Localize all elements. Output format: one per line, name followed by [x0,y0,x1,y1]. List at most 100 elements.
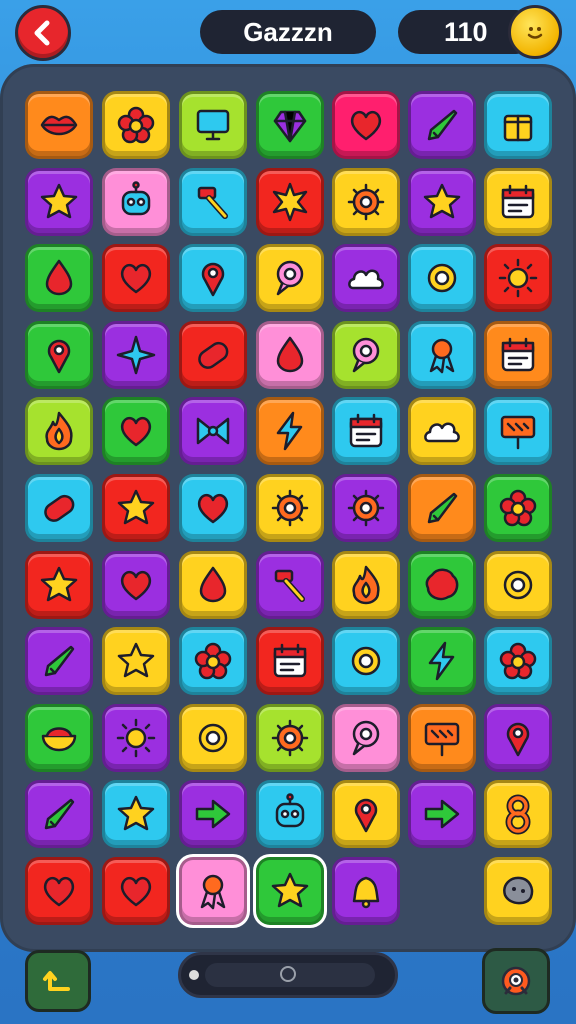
bowl-icon [37,716,81,760]
tile[interactable] [408,244,476,312]
tile[interactable] [102,551,170,619]
tile[interactable] [179,627,247,695]
flame-icon [344,563,388,607]
tile[interactable] [256,168,324,236]
calendar-icon [496,180,540,224]
tile[interactable] [332,704,400,772]
tile[interactable] [256,397,324,465]
flower-icon [191,639,235,683]
tile[interactable] [25,780,93,848]
tile[interactable] [332,627,400,695]
tile[interactable] [408,91,476,159]
tile[interactable] [102,91,170,159]
tile[interactable] [179,397,247,465]
tile[interactable] [256,704,324,772]
tile[interactable] [332,474,400,542]
tile[interactable] [408,627,476,695]
tile[interactable] [25,551,93,619]
tile[interactable] [179,704,247,772]
tile[interactable] [102,857,170,925]
tile[interactable] [484,857,552,925]
tile[interactable] [484,321,552,389]
tile[interactable] [256,91,324,159]
tile[interactable] [102,321,170,389]
tile[interactable] [408,397,476,465]
tile[interactable] [25,168,93,236]
tile[interactable] [484,474,552,542]
tile[interactable] [179,321,247,389]
tile[interactable] [256,857,324,925]
tile[interactable] [179,857,247,925]
tile[interactable] [25,321,93,389]
tile[interactable] [484,91,552,159]
tile[interactable] [25,627,93,695]
tile[interactable] [332,168,400,236]
box-icon [496,103,540,147]
tile[interactable] [408,168,476,236]
tile[interactable] [408,704,476,772]
tile[interactable] [179,244,247,312]
mascot-icon [501,966,531,996]
chevron-left-icon [34,20,50,46]
tile[interactable] [484,627,552,695]
tile[interactable] [408,551,476,619]
tile[interactable] [332,857,400,925]
tile[interactable] [102,168,170,236]
arrow-right-icon [191,792,235,836]
burst-icon [268,180,312,224]
tile[interactable] [179,474,247,542]
tile[interactable] [256,321,324,389]
tile[interactable] [25,704,93,772]
tile[interactable] [484,551,552,619]
tile[interactable] [25,474,93,542]
tile[interactable] [179,780,247,848]
tile[interactable] [25,857,93,925]
tile[interactable] [408,780,476,848]
star-icon [114,792,158,836]
tile[interactable] [332,91,400,159]
tile[interactable] [332,397,400,465]
tile[interactable] [256,551,324,619]
tile[interactable] [102,780,170,848]
tile[interactable] [256,780,324,848]
tile[interactable] [179,168,247,236]
heart-icon [191,486,235,530]
arrow-right-icon [420,792,464,836]
tile[interactable] [408,474,476,542]
tile[interactable] [102,244,170,312]
tile[interactable] [25,244,93,312]
tile[interactable] [332,321,400,389]
tile[interactable] [179,551,247,619]
ribbon-icon [420,333,464,377]
star-icon [37,563,81,607]
back-button[interactable] [15,5,71,61]
top-bar: Gazzzn 110 [0,0,576,64]
tile[interactable] [179,91,247,159]
tile[interactable] [332,780,400,848]
tile[interactable] [332,244,400,312]
tile[interactable] [484,244,552,312]
tile[interactable] [484,168,552,236]
tile[interactable] [408,321,476,389]
tile[interactable] [484,704,552,772]
tile[interactable] [484,780,552,848]
tile[interactable] [102,474,170,542]
tile[interactable] [25,91,93,159]
pin-icon [344,792,388,836]
tile[interactable] [102,704,170,772]
blob-icon [420,563,464,607]
tile[interactable] [256,244,324,312]
drop-icon [191,563,235,607]
eight-icon [496,792,540,836]
undo-button[interactable] [25,950,91,1012]
tile[interactable] [256,627,324,695]
tile[interactable] [102,627,170,695]
tile[interactable] [484,397,552,465]
gear-icon [268,486,312,530]
pin-icon [37,333,81,377]
tile[interactable] [332,551,400,619]
tile[interactable] [102,397,170,465]
tile[interactable] [256,474,324,542]
hint-button[interactable] [482,948,550,1014]
tile[interactable] [25,397,93,465]
